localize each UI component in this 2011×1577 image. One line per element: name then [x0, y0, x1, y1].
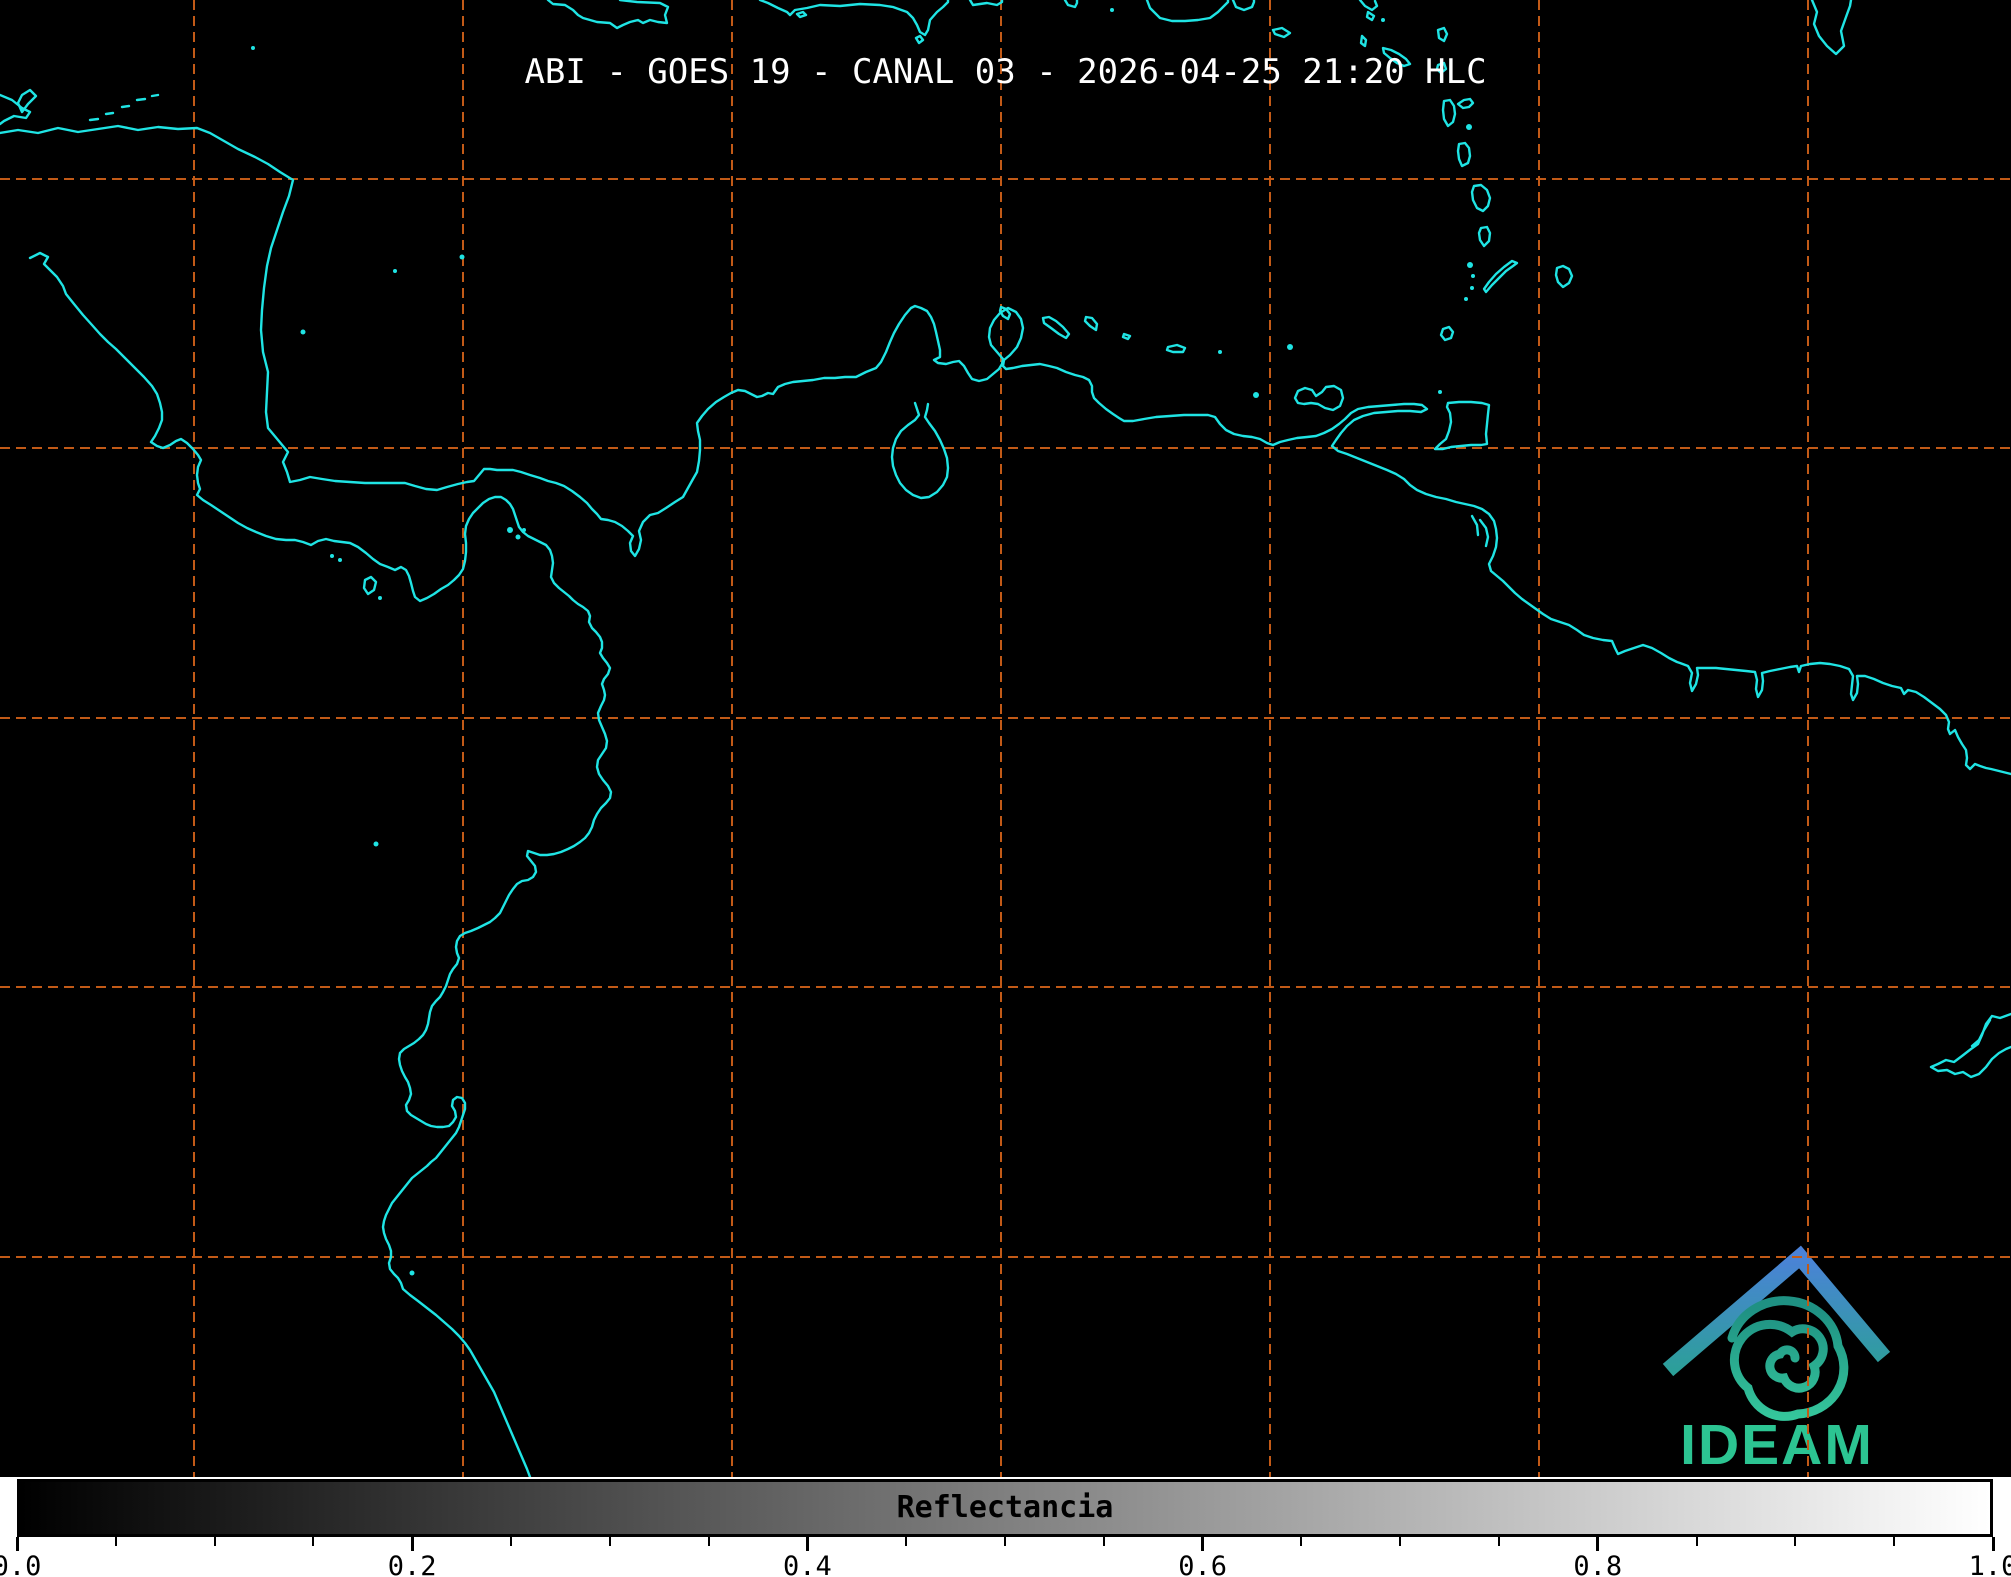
- colorbar-minor-tick: [1794, 1537, 1796, 1546]
- small-islands: [251, 8, 1475, 1276]
- colorbar-tick-label: 0.2: [388, 1551, 437, 1577]
- satellite-image-viewport: IDEAM: [0, 0, 2011, 1577]
- logo-spiral-icon: [1732, 1301, 1844, 1417]
- colorbar-minor-tick: [1300, 1537, 1302, 1546]
- colorbar-tick-label: 0.8: [1573, 1551, 1622, 1577]
- coastline-bonaire: [1085, 317, 1097, 330]
- coastline-dominica: [1443, 99, 1473, 126]
- colorbar-minor-tick: [1103, 1537, 1105, 1546]
- colorbar-major-tick: [806, 1537, 809, 1551]
- coastline-keys: [90, 95, 158, 120]
- coastline-vieques: [1233, 0, 1254, 10]
- colorbar-minor-tick: [1004, 1537, 1006, 1546]
- colorbar-minor-tick: [214, 1537, 216, 1546]
- coastline-jamaica: [548, 0, 668, 28]
- colorbar-major-tick: [1201, 1537, 1204, 1551]
- colorbar-minor-tick: [905, 1537, 907, 1546]
- coastline-mona: [1065, 0, 1077, 7]
- coastline-hispaniola-islet: [797, 12, 923, 43]
- coastline-caribbean-mainland: [0, 126, 2011, 774]
- coastlines: [0, 0, 2011, 1477]
- coastline-st-vincent: [1479, 227, 1490, 246]
- coastline-atlantic-fragment: [1812, 0, 1851, 54]
- colorbar-minor-tick: [1399, 1537, 1401, 1546]
- coastline-honduras-fragment: [0, 95, 30, 124]
- coastline-trinidad: [1435, 402, 1489, 449]
- colorbar-major-tick: [411, 1537, 414, 1551]
- coastline-orinoco-channels: [1472, 516, 1488, 546]
- coastline-pacific: [30, 253, 611, 1477]
- colorbar-gradient: Reflectancia: [17, 1479, 1993, 1537]
- ideam-logo: IDEAM: [1668, 1257, 1884, 1477]
- colorbar-minor-tick: [1696, 1537, 1698, 1546]
- satellite-map: IDEAM: [0, 0, 2011, 1477]
- coastline-honduras-curl: [18, 90, 36, 112]
- colorbar-strip: Reflectancia 0.0 0.2 0.4 0.6 0.8 1.0: [0, 1477, 2011, 1577]
- colorbar-tick-label: 0.0: [0, 1551, 41, 1577]
- logo-text: IDEAM: [1680, 1413, 1874, 1477]
- coastline-amapa-cape: [1931, 1014, 2011, 1077]
- graticule-gridlines: [0, 0, 2011, 1477]
- colorbar-minor-tick: [510, 1537, 512, 1546]
- colorbar-tick-label: 1.0: [1969, 1551, 2011, 1577]
- colorbar-minor-tick: [1498, 1537, 1500, 1546]
- coastline-martinique: [1458, 143, 1470, 166]
- coastline-barbados: [1556, 266, 1572, 287]
- coastline-puerto-rico: [1147, 0, 1228, 21]
- map-svg: IDEAM: [0, 0, 2011, 1477]
- colorbar-major-tick: [16, 1537, 19, 1551]
- coastline-los-roques: [1123, 334, 1185, 352]
- colorbar-minor-tick: [609, 1537, 611, 1546]
- coastline-saba-bank: [1273, 28, 1290, 37]
- colorbar-major-tick: [1992, 1537, 1995, 1551]
- coastline-grenada: [1441, 327, 1453, 340]
- coastline-tobago: [1484, 261, 1517, 292]
- coastline-east-hispaniola: [970, 0, 1002, 5]
- map-title: ABI - GOES 19 - CANAL 03 - 2026-04-25 21…: [524, 52, 1486, 92]
- colorbar-tick-label: 0.4: [783, 1551, 832, 1577]
- coastline-hispaniola: [760, 0, 948, 35]
- colorbar-minor-tick: [1893, 1537, 1895, 1546]
- coastline-margarita: [1295, 386, 1343, 410]
- colorbar-minor-tick: [312, 1537, 314, 1546]
- coastline-coiba: [364, 577, 376, 594]
- coastline-curacao: [1043, 317, 1069, 338]
- colorbar-minor-tick: [708, 1537, 710, 1546]
- coastline-st-lucia: [1472, 185, 1490, 211]
- colorbar-tick-label: 0.6: [1178, 1551, 1227, 1577]
- colorbar-minor-tick: [115, 1537, 117, 1546]
- coastline-lake-maracaibo: [892, 403, 948, 498]
- colorbar-label: Reflectancia: [20, 1482, 1990, 1534]
- colorbar-major-tick: [1596, 1537, 1599, 1551]
